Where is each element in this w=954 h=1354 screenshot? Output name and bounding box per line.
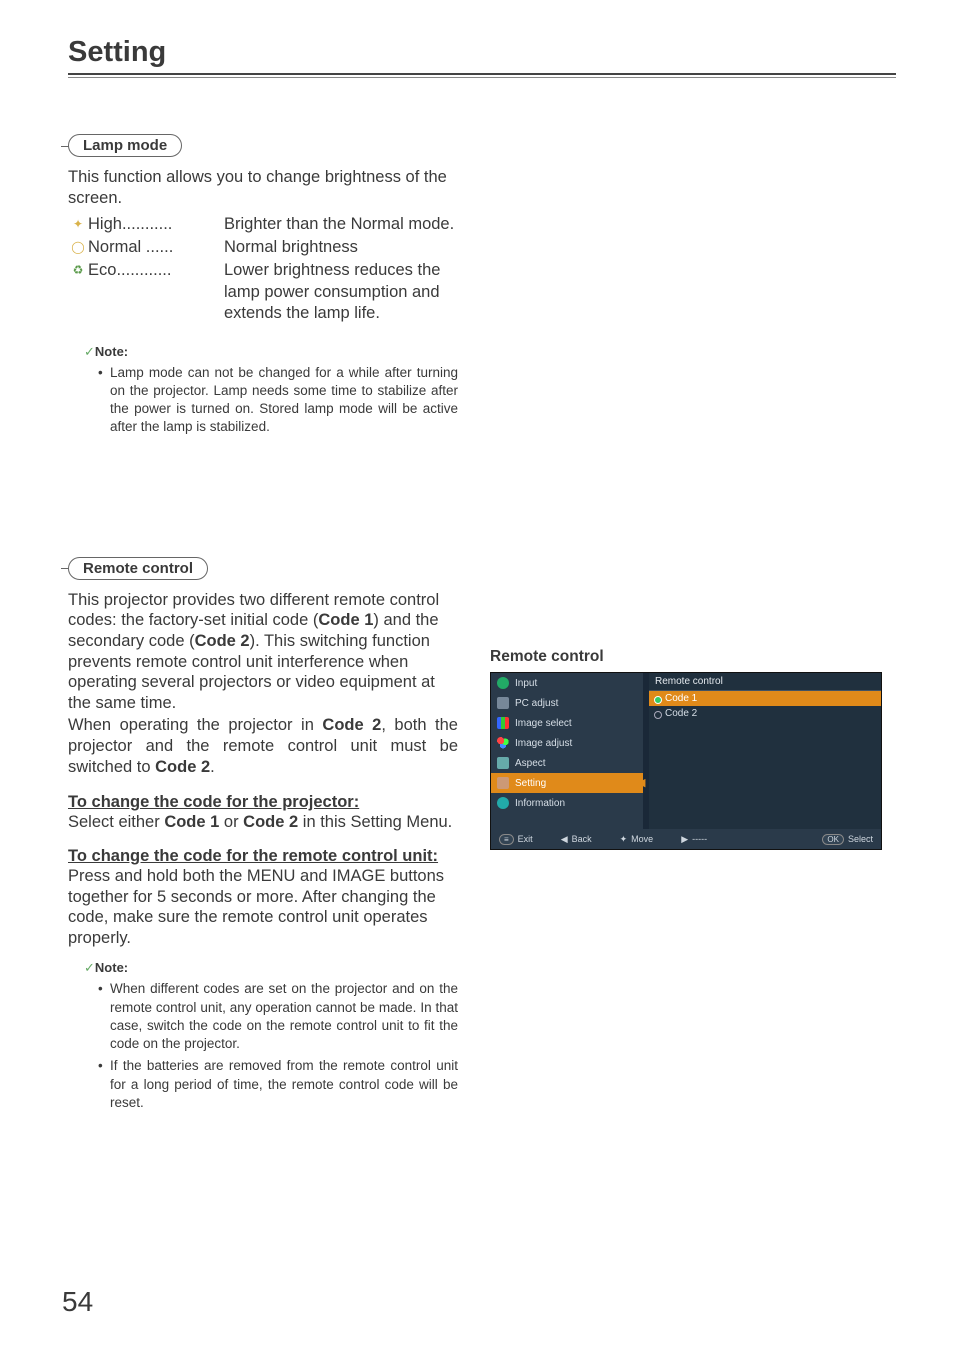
osd-option-code2: Code 2 [649, 706, 881, 721]
page-title: Setting [68, 36, 896, 71]
osd-item-pcadjust: PC adjust [491, 693, 643, 713]
lamp-normal-desc: Normal brightness [224, 237, 458, 258]
osd-item-information: Information [491, 793, 643, 813]
lamp-note-text: Lamp mode can not be changed for a while… [110, 364, 458, 437]
lamp-high-desc: Brighter than the Normal mode. [224, 214, 458, 235]
section-heading-lamp: Lamp mode [68, 134, 458, 157]
setting-icon [497, 777, 509, 789]
osd-panel: Remote control Code 1 Code 2 [649, 673, 881, 829]
lamp-mode-eco: ♻ Eco............ Lower brightness reduc… [68, 260, 458, 323]
osd-footer: ≡Exit ◀Back ✦Move ▶----- OKSelect [491, 829, 881, 849]
remote-note-2-text: If the batteries are removed from the re… [110, 1057, 458, 1112]
bullet-icon: • [98, 364, 110, 437]
remote-note-1: • When different codes are set on the pr… [98, 980, 458, 1053]
osd-screenshot: Input PC adjust Image select Image adjus… [490, 672, 882, 850]
remote-paragraph-4: Press and hold both the MENU and IMAGE b… [68, 866, 458, 949]
check-icon: ✓ [84, 344, 95, 359]
remote-note-2: • If the batteries are removed from the … [98, 1057, 458, 1112]
title-rule-thick [68, 73, 896, 75]
aspect-icon [497, 757, 509, 769]
remote-paragraph-3: Select either Code 1 or Code 2 in this S… [68, 812, 458, 833]
ok-button-icon: OK [822, 834, 844, 845]
check-icon: ✓ [84, 960, 95, 975]
lamp-intro: This function allows you to change brigh… [68, 167, 458, 208]
remote-paragraph-2: When operating the projector in Code 2, … [68, 715, 458, 777]
image-adjust-icon [497, 737, 509, 749]
osd-item-aspect: Aspect [491, 753, 643, 773]
remote-note-block: ✓Note: • When different codes are set on… [68, 960, 458, 1112]
note-heading: ✓Note: [84, 344, 458, 360]
osd-item-setting: Setting [491, 773, 643, 793]
osd-foot-select: OKSelect [822, 834, 873, 845]
pill-lamp-mode: Lamp mode [68, 134, 182, 157]
osd-item-imageselect: Image select [491, 713, 643, 733]
pill-remote-control: Remote control [68, 557, 208, 580]
lamp-high-icon: ✦ [68, 214, 88, 232]
lamp-note-block: ✓Note: • Lamp mode can not be changed fo… [68, 344, 458, 437]
info-icon [497, 797, 509, 809]
lamp-eco-icon: ♻ [68, 260, 88, 278]
input-icon [497, 677, 509, 689]
figure-title: Remote control [490, 648, 890, 666]
note-heading: ✓Note: [84, 960, 458, 976]
remote-subhead-projector: To change the code for the projector: [68, 793, 458, 812]
osd-option-code1: Code 1 [649, 691, 881, 706]
menu-button-icon: ≡ [499, 834, 514, 845]
lamp-normal-icon: ◯ [68, 237, 88, 255]
osd-item-input: Input [491, 673, 643, 693]
page-number: 54 [62, 1286, 93, 1318]
osd-item-imageadjust: Image adjust [491, 733, 643, 753]
remote-paragraph-1: This projector provides two different re… [68, 590, 458, 714]
section-heading-remote: Remote control [68, 557, 458, 580]
lamp-mode-list: ✦ High........... Brighter than the Norm… [68, 214, 458, 324]
remote-figure: Remote control Input PC adjust Image sel… [490, 648, 890, 850]
lamp-mode-normal: ◯ Normal ...... Normal brightness [68, 237, 458, 258]
bullet-icon: • [98, 1057, 110, 1112]
lamp-eco-desc: Lower brightness reduces the lamp power … [224, 260, 458, 323]
osd-foot-exit: ≡Exit [499, 834, 533, 845]
bullet-icon: • [98, 980, 110, 1053]
osd-foot-back: ◀Back [561, 834, 592, 845]
image-select-icon [497, 717, 509, 729]
osd-left-arrow-icon: ◀ [637, 776, 645, 789]
osd-panel-title: Remote control [649, 673, 881, 691]
remote-note-1-text: When different codes are set on the proj… [110, 980, 458, 1053]
lamp-mode-high: ✦ High........... Brighter than the Norm… [68, 214, 458, 235]
osd-foot-dash: ▶----- [681, 834, 707, 845]
remote-subhead-unit: To change the code for the remote contro… [68, 847, 458, 866]
lamp-note-item: • Lamp mode can not be changed for a whi… [98, 364, 458, 437]
pc-icon [497, 697, 509, 709]
osd-sidebar: Input PC adjust Image select Image adjus… [491, 673, 643, 829]
osd-foot-move: ✦Move [620, 834, 654, 845]
title-rule-thin [68, 77, 896, 78]
